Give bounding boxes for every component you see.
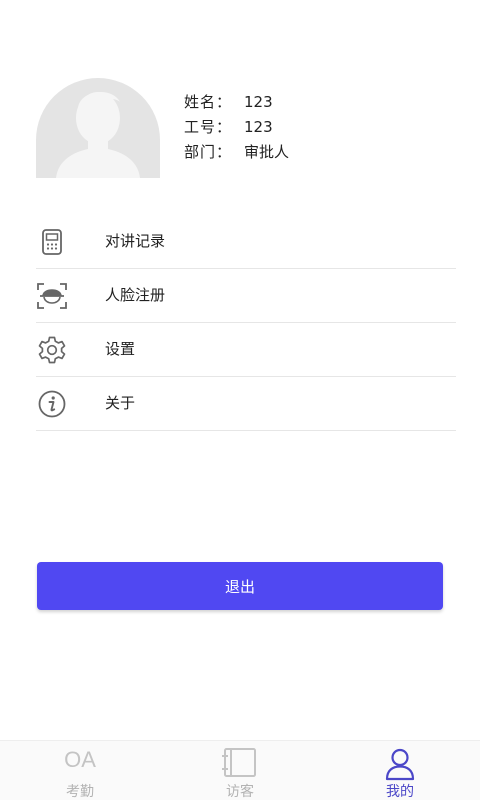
employee-id-row: 工号： 123 <box>184 115 289 140</box>
menu-item-label: 关于 <box>105 394 136 412</box>
menu-item-settings[interactable]: 设置 <box>36 323 456 377</box>
department-label: 部门： <box>184 143 233 161</box>
avatar[interactable] <box>36 78 160 178</box>
info-icon <box>36 389 68 419</box>
tab-label: 我的 <box>386 784 414 800</box>
visitor-book-icon <box>221 747 259 783</box>
oa-icon: OA <box>64 747 96 772</box>
menu-item-face-registration[interactable]: 人脸注册 <box>36 269 456 323</box>
name-value: 123 <box>244 93 273 111</box>
menu-item-label: 对讲记录 <box>105 232 166 250</box>
name-label: 姓名： <box>184 93 233 111</box>
department-value: 审批人 <box>244 143 290 161</box>
employee-id-label: 工号： <box>184 118 233 136</box>
tab-visitor[interactable]: 访客 <box>160 741 320 800</box>
tab-label: 访客 <box>226 784 254 800</box>
logout-button[interactable]: 退出 <box>37 562 443 610</box>
name-row: 姓名： 123 <box>184 90 289 115</box>
menu-item-label: 设置 <box>105 340 136 358</box>
tab-attendance[interactable]: OA 考勤 <box>0 741 160 800</box>
menu-item-about[interactable]: 关于 <box>36 377 456 431</box>
profile-info: 姓名： 123 工号： 123 部门： 审批人 <box>184 90 289 165</box>
menu-item-intercom-records[interactable]: 对讲记录 <box>36 215 456 269</box>
tab-mine[interactable]: 我的 <box>320 741 480 800</box>
department-row: 部门： 审批人 <box>184 140 289 165</box>
employee-id-value: 123 <box>244 118 273 136</box>
menu-list: 对讲记录 人脸注册 设置 关于 <box>36 215 456 431</box>
profile-header: 姓名： 123 工号： 123 部门： 审批人 <box>36 78 456 178</box>
person-icon <box>383 747 417 785</box>
tab-label: 考勤 <box>66 784 94 800</box>
gear-icon <box>36 335 68 365</box>
menu-item-label: 人脸注册 <box>105 286 166 304</box>
default-avatar-icon <box>36 78 160 178</box>
intercom-device-icon <box>36 227 68 257</box>
bottom-tab-bar: OA 考勤 访客 我的 <box>0 740 480 800</box>
profile-screen: 姓名： 123 工号： 123 部门： 审批人 对讲记录 人脸注册 设置 关于 … <box>0 0 480 800</box>
face-scan-icon <box>36 281 68 311</box>
